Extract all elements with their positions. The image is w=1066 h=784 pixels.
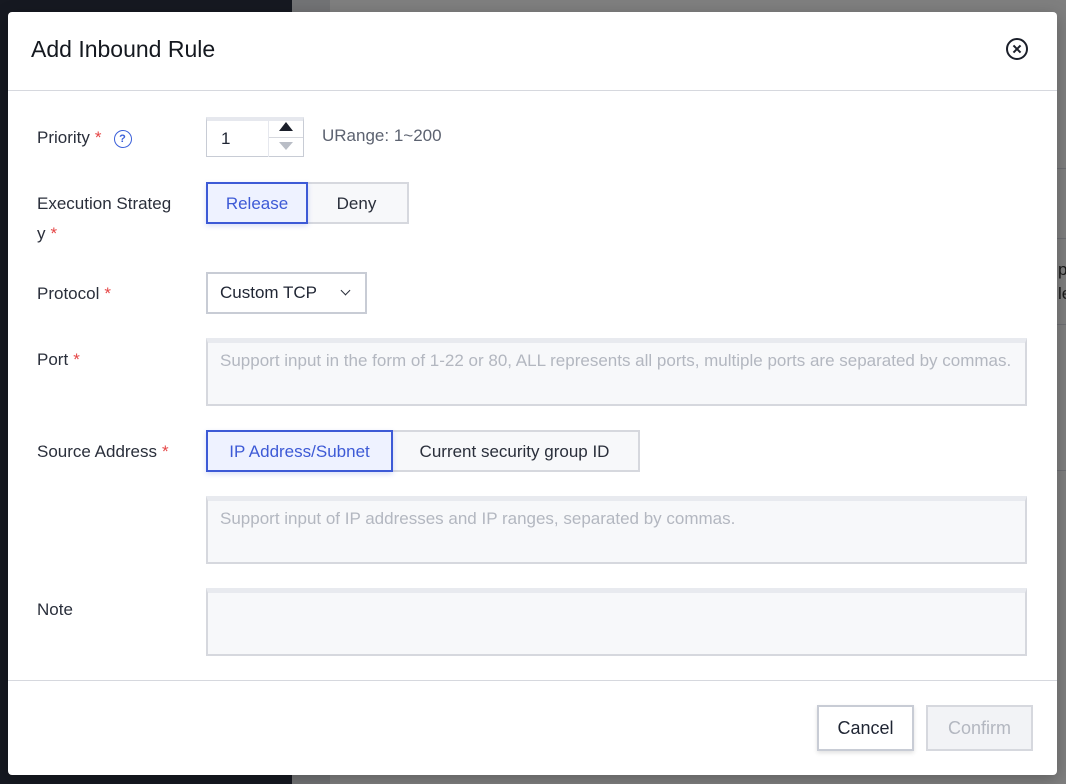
priority-label: Priority *?: [37, 123, 132, 153]
caret-down-icon[interactable]: [279, 142, 293, 150]
priority-value[interactable]: 1: [221, 129, 230, 149]
protocol-label-text: Protocol: [37, 284, 100, 303]
priority-label-text: Priority: [37, 128, 90, 147]
note-input[interactable]: [206, 588, 1027, 656]
source-address-input[interactable]: [206, 496, 1027, 564]
dialog-header: Add Inbound Rule: [8, 12, 1057, 91]
execution-strategy-label-line1: Execution Strateg: [37, 194, 172, 213]
protocol-label: Protocol *: [37, 279, 111, 309]
port-label: Port *: [37, 345, 80, 375]
help-icon[interactable]: ?: [113, 130, 132, 148]
required-mark: *: [162, 442, 169, 461]
caret-up-icon[interactable]: [279, 122, 293, 131]
chevron-down-icon: [340, 285, 351, 296]
priority-stepper[interactable]: 1: [206, 117, 304, 157]
required-mark: *: [73, 350, 80, 369]
source-option-security-group[interactable]: Current security group ID: [391, 430, 640, 472]
stepper-divider: [269, 137, 303, 138]
note-label: Note: [37, 600, 73, 619]
cancel-button[interactable]: Cancel: [817, 705, 914, 751]
required-mark: *: [94, 128, 102, 147]
protocol-value: Custom TCP: [220, 283, 317, 302]
dialog-footer-divider: [8, 680, 1057, 681]
dialog-title: Add Inbound Rule: [31, 36, 216, 62]
protocol-select[interactable]: Custom TCP: [206, 272, 367, 314]
source-address-label-text: Source Address: [37, 442, 158, 461]
confirm-button[interactable]: Confirm: [926, 705, 1033, 751]
execution-strategy-label: Execution Strateg y *: [37, 189, 171, 249]
strategy-option-deny[interactable]: Deny: [306, 182, 409, 224]
execution-strategy-label-line2: y: [37, 224, 46, 243]
stepper-controls: [268, 117, 303, 157]
port-input[interactable]: [206, 338, 1027, 406]
add-inbound-rule-dialog: Add Inbound Rule Priority *? 1 URange: 1~…: [8, 12, 1057, 775]
close-icon[interactable]: [1006, 38, 1028, 60]
source-option-ip-subnet[interactable]: IP Address/Subnet: [206, 430, 393, 472]
required-mark: *: [104, 284, 111, 303]
strategy-option-release[interactable]: Release: [206, 182, 308, 224]
priority-range-hint: URange: 1~200: [322, 126, 442, 145]
source-address-label: Source Address *: [37, 437, 169, 467]
required-mark: *: [50, 224, 58, 243]
port-label-text: Port: [37, 350, 69, 369]
